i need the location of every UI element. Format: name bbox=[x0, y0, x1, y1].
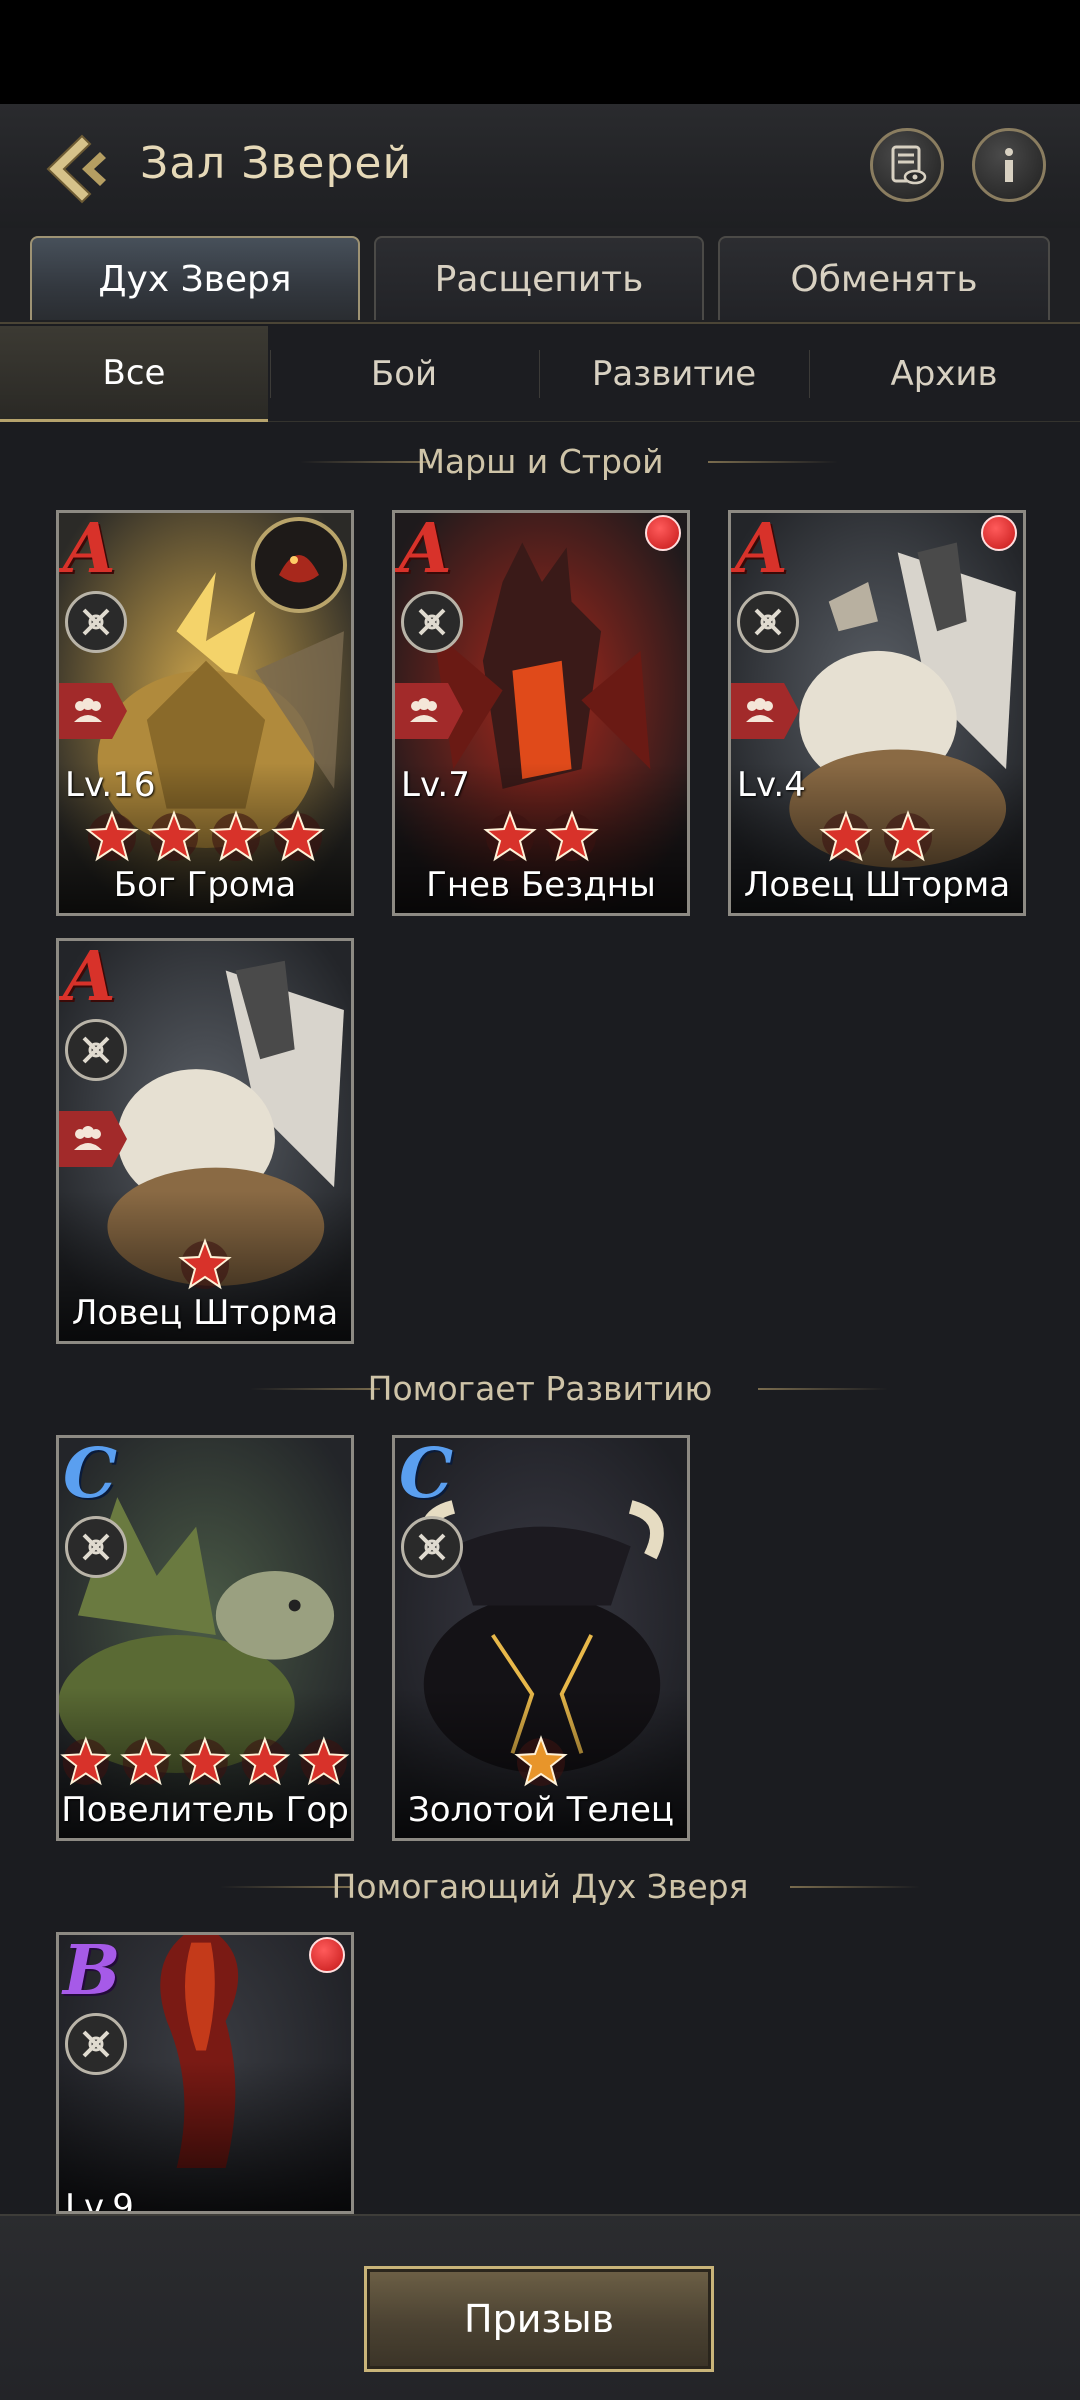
level-label: Lv.9 bbox=[65, 2187, 134, 2214]
section-divider bbox=[790, 1886, 920, 1888]
star-icon bbox=[881, 810, 935, 862]
section-divider bbox=[708, 461, 838, 463]
class-icon bbox=[401, 1516, 463, 1578]
filter-tabs: Все Бой Развитие Архив bbox=[0, 326, 1080, 422]
class-icon bbox=[65, 591, 127, 653]
star-rating bbox=[59, 809, 351, 863]
bottom-bar: Призыв bbox=[0, 2214, 1080, 2400]
star-icon bbox=[119, 1736, 171, 1786]
grade-label: A bbox=[63, 938, 116, 1017]
beast-card[interactable]: A Ловец Шторма bbox=[56, 938, 354, 1344]
class-icon bbox=[65, 1516, 127, 1578]
section-title-march: Марш и Строй bbox=[416, 442, 664, 481]
status-bar bbox=[0, 0, 1080, 104]
star-rating bbox=[395, 1734, 687, 1788]
star-rating bbox=[59, 1237, 351, 1291]
star-icon bbox=[298, 1736, 350, 1786]
subtab-battle[interactable]: Бой bbox=[270, 326, 538, 422]
subtab-all[interactable]: Все bbox=[0, 326, 268, 422]
beast-name: Ловец Шторма bbox=[71, 1293, 339, 1333]
subtab-development[interactable]: Развитие bbox=[540, 326, 808, 422]
level-label: Lv.16 bbox=[65, 765, 156, 805]
star-icon bbox=[179, 1736, 231, 1786]
beast-name: Бог Грома bbox=[113, 865, 297, 905]
beast-card[interactable]: C Повелитель Гор bbox=[56, 1435, 354, 1841]
star-rating bbox=[395, 809, 687, 863]
class-icon bbox=[65, 1019, 127, 1081]
class-icon bbox=[65, 2013, 127, 2075]
level-label: Lv.7 bbox=[401, 765, 470, 805]
page-title: Зал Зверей bbox=[140, 138, 413, 189]
beast-card[interactable]: A Lv.4 Ловец Шторма bbox=[728, 510, 1026, 916]
back-arrow-icon bbox=[46, 134, 106, 204]
main-tabs: Дух Зверя Расщепить Обменять bbox=[0, 228, 1080, 324]
grade-label: B bbox=[63, 1932, 121, 2011]
grade-label: A bbox=[399, 510, 452, 589]
beast-card[interactable]: A Lv.16 Бог Грома bbox=[56, 510, 354, 916]
star-icon bbox=[85, 810, 139, 862]
beast-card[interactable]: C Золотой Телец bbox=[392, 1435, 690, 1841]
beast-name: Гнев Бездны bbox=[426, 865, 656, 905]
tab-exchange[interactable]: Обменять bbox=[718, 236, 1050, 320]
star-icon bbox=[178, 1238, 232, 1290]
notification-dot bbox=[309, 1937, 345, 1973]
star-icon bbox=[271, 810, 325, 862]
notification-dot bbox=[645, 515, 681, 551]
beast-card[interactable]: A Lv.7 Гнев Бездны bbox=[392, 510, 690, 916]
info-icon bbox=[1005, 148, 1013, 182]
star-icon bbox=[819, 810, 873, 862]
beast-card[interactable]: B Lv.9 bbox=[56, 1932, 354, 2214]
header: Зал Зверей bbox=[0, 104, 1080, 230]
section-title-development: Помогает Развитию bbox=[367, 1369, 713, 1408]
beast-name: Золотой Телец bbox=[407, 1790, 675, 1830]
star-icon bbox=[545, 810, 599, 862]
star-rating bbox=[59, 1734, 351, 1788]
class-icon bbox=[401, 591, 463, 653]
back-button[interactable] bbox=[42, 132, 112, 206]
grade-label: A bbox=[63, 510, 116, 589]
class-icon bbox=[737, 591, 799, 653]
beast-name: Ловец Шторма bbox=[743, 865, 1011, 905]
grade-label: C bbox=[399, 1435, 454, 1514]
grade-label: A bbox=[735, 510, 788, 589]
star-icon bbox=[514, 1735, 568, 1787]
info-button[interactable] bbox=[972, 128, 1046, 202]
beast-hall-screen: Зал Зверей Дух Зверя Расщепить Обменять … bbox=[0, 0, 1080, 2400]
star-icon bbox=[239, 1736, 291, 1786]
star-rating bbox=[731, 809, 1023, 863]
tab-beast-spirit[interactable]: Дух Зверя bbox=[30, 236, 360, 320]
records-icon bbox=[891, 145, 927, 185]
summon-button[interactable]: Призыв bbox=[364, 2266, 714, 2372]
star-icon bbox=[483, 810, 537, 862]
grade-label: C bbox=[63, 1435, 118, 1514]
star-icon bbox=[147, 810, 201, 862]
records-button[interactable] bbox=[870, 128, 944, 202]
star-icon bbox=[209, 810, 263, 862]
level-label: Lv.4 bbox=[737, 765, 806, 805]
section-divider bbox=[758, 1388, 888, 1390]
equipped-spirit-icon bbox=[251, 517, 347, 613]
subtab-archive[interactable]: Архив bbox=[810, 326, 1078, 422]
notification-dot bbox=[981, 515, 1017, 551]
star-icon bbox=[60, 1736, 112, 1786]
tab-split[interactable]: Расщепить bbox=[374, 236, 704, 320]
beast-name: Повелитель Гор bbox=[61, 1790, 349, 1830]
